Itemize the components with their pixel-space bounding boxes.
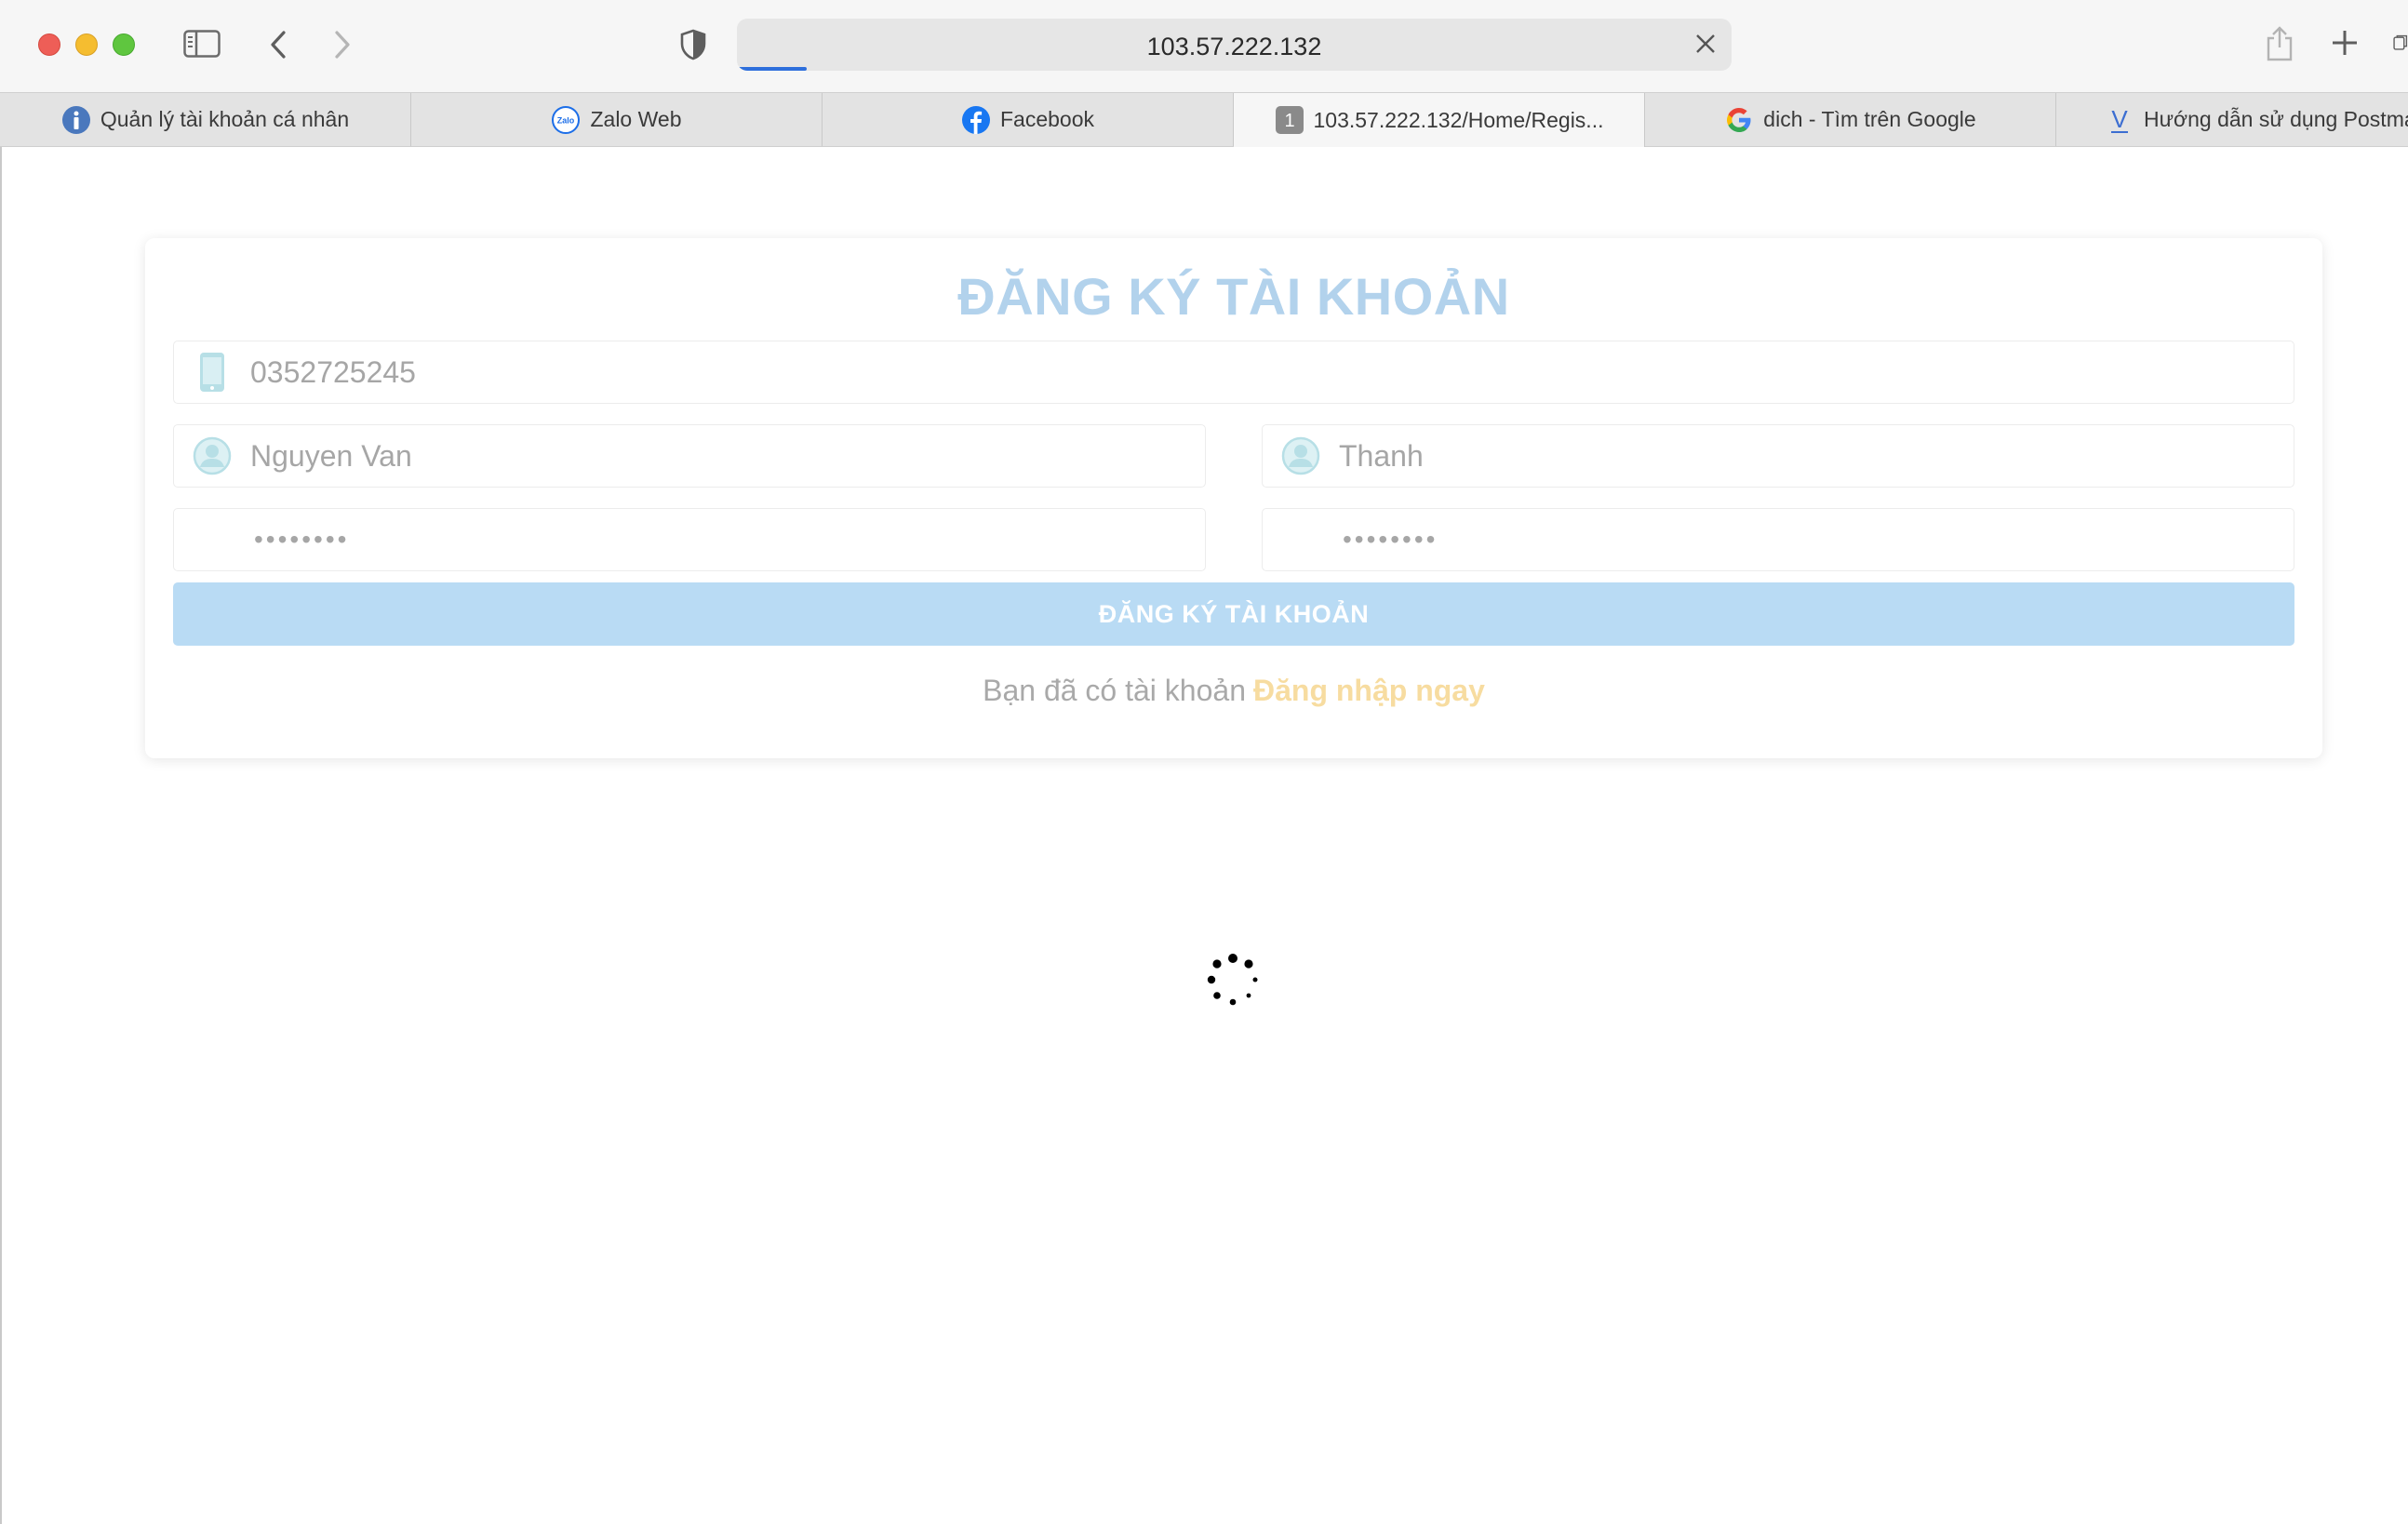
google-icon xyxy=(1724,105,1754,135)
loading-spinner-icon xyxy=(1207,954,1258,1006)
forward-icon[interactable] xyxy=(329,28,355,61)
tab-label: Facebook xyxy=(999,107,1094,131)
window-maximize-button[interactable] xyxy=(113,33,135,56)
password-spacer xyxy=(174,509,250,570)
register-card: ĐĂNG KÝ TÀI KHOẢN 0352725245 Nguyen Van … xyxy=(145,238,2322,758)
tab-zalo-web[interactable]: Zalo Zalo Web xyxy=(411,93,823,146)
tab-quan-ly-tai-khoan[interactable]: Quản lý tài khoản cá nhân xyxy=(0,93,411,146)
tab-google-search[interactable]: dich - Tìm trên Google xyxy=(1645,93,2056,146)
tab-label: Quản lý tài khoản cá nhân xyxy=(100,107,350,131)
phone-field[interactable]: 0352725245 xyxy=(173,341,2294,404)
password-field[interactable]: •••••••• xyxy=(173,508,1206,571)
sidebar-toggle-icon[interactable] xyxy=(182,28,221,60)
login-prompt-text: Bạn đã có tài khoản xyxy=(983,674,1246,707)
first-name-field[interactable]: Thanh xyxy=(1262,424,2294,488)
page-title: ĐĂNG KÝ TÀI KHOẢN xyxy=(957,267,1510,326)
password-spacer xyxy=(1263,509,1339,570)
tab-overview-icon[interactable] xyxy=(2393,26,2408,60)
new-tab-icon[interactable] xyxy=(2330,28,2360,58)
share-icon[interactable] xyxy=(2263,24,2296,63)
window-minimize-button[interactable] xyxy=(75,33,98,56)
register-button[interactable]: ĐĂNG KÝ TÀI KHOẢN xyxy=(173,582,2294,646)
v-icon: V xyxy=(2105,105,2134,135)
address-bar[interactable]: 103.57.222.132 xyxy=(737,19,1732,71)
last-name-field[interactable]: Nguyen Van xyxy=(173,424,1206,488)
clear-url-icon[interactable] xyxy=(1694,33,1717,60)
user-icon xyxy=(174,425,250,487)
window-edge xyxy=(0,147,2,1524)
tab-postman-guide[interactable]: V Hướng dẫn sử dụng Postma... xyxy=(2056,93,2408,146)
facebook-icon xyxy=(961,105,991,135)
first-name-value: Thanh xyxy=(1339,438,1424,473)
login-prompt: Bạn đã có tài khoản Đăng nhập ngay xyxy=(145,674,2322,708)
page-load-progress xyxy=(737,67,807,71)
user-icon xyxy=(1263,425,1339,487)
window-close-button[interactable] xyxy=(38,33,60,56)
back-icon[interactable] xyxy=(265,28,291,61)
login-link[interactable]: Đăng nhập ngay xyxy=(1253,674,1485,707)
password-value: •••••••• xyxy=(254,525,350,554)
tab-facebook[interactable]: Facebook xyxy=(823,93,1234,146)
register-button-label: ĐĂNG KÝ TÀI KHOẢN xyxy=(1098,599,1370,628)
phone-value: 0352725245 xyxy=(250,354,416,389)
zalo-favicon-text: Zalo xyxy=(557,115,575,125)
info-icon xyxy=(61,105,91,135)
v-favicon-text: V xyxy=(2111,105,2128,133)
url-text: 103.57.222.132 xyxy=(1146,33,1322,60)
tab-register-page[interactable]: 1 103.57.222.132/Home/Regis... xyxy=(1234,93,1645,147)
number-favicon-text: 1 xyxy=(1284,111,1294,131)
tab-label: Hướng dẫn sử dụng Postma... xyxy=(2144,107,2408,131)
tab-bar: Quản lý tài khoản cá nhân Zalo Zalo Web … xyxy=(0,92,2408,147)
number-icon: 1 xyxy=(1275,105,1304,135)
privacy-shield-icon[interactable] xyxy=(677,28,709,61)
tab-label: 103.57.222.132/Home/Regis... xyxy=(1313,107,1604,132)
tab-label: dich - Tìm trên Google xyxy=(1763,107,1976,131)
confirm-password-value: •••••••• xyxy=(1343,525,1438,554)
confirm-password-field[interactable]: •••••••• xyxy=(1262,508,2294,571)
phone-icon xyxy=(174,341,250,403)
last-name-value: Nguyen Van xyxy=(250,438,412,473)
zalo-icon: Zalo xyxy=(551,105,581,135)
tab-label: Zalo Web xyxy=(590,107,682,131)
browser-toolbar: 103.57.222.132 xyxy=(0,0,2408,92)
